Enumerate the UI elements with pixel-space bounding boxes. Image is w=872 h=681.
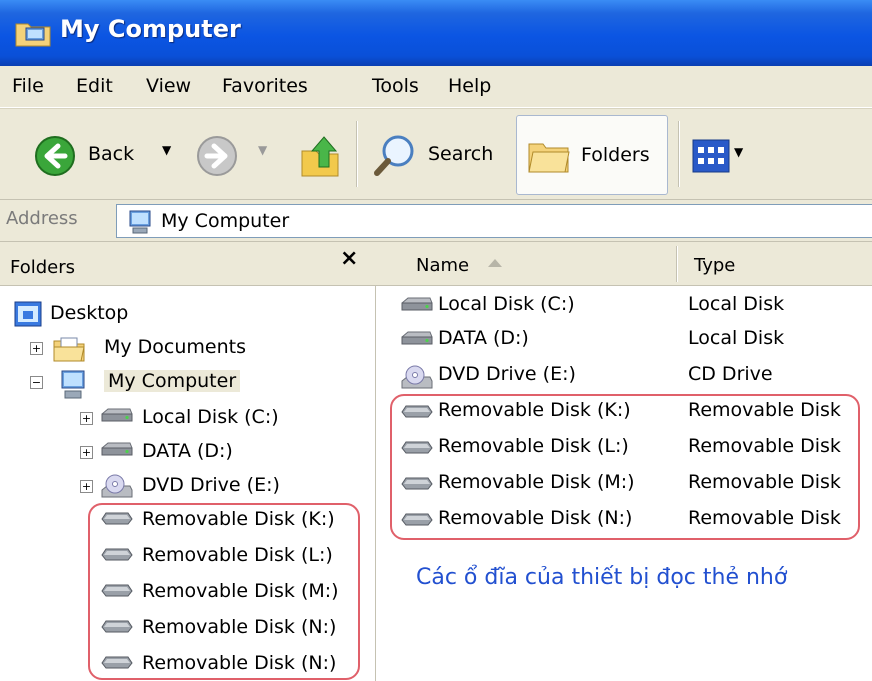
tree-item[interactable]: + DVD Drive (E:) xyxy=(0,470,370,504)
hard-disk-icon xyxy=(100,439,134,466)
hard-disk-icon xyxy=(400,294,434,321)
collapse-icon[interactable]: − xyxy=(30,376,43,389)
my-documents-icon xyxy=(52,335,86,368)
item-type: Local Disk xyxy=(688,293,785,315)
tree-item-label: My Computer xyxy=(104,370,241,392)
back-button[interactable]: Back ▼ xyxy=(34,133,184,179)
toolbar: Back ▼ ▼ Search Folders ▼ xyxy=(0,108,872,200)
close-icon[interactable]: × xyxy=(340,246,358,271)
item-type: CD Drive xyxy=(688,363,773,385)
folders-button[interactable]: Folders xyxy=(516,115,668,195)
views-icon xyxy=(692,139,730,173)
folders-pane-title: Folders xyxy=(10,257,76,278)
back-dropdown-icon[interactable]: ▼ xyxy=(162,143,171,157)
menu-favorites[interactable]: Favorites xyxy=(222,75,308,97)
list-item[interactable]: DATA (D:) Local Disk xyxy=(376,322,872,358)
toolbar-separator xyxy=(678,121,680,187)
list-item[interactable]: DVD Drive (E:) CD Drive xyxy=(376,358,872,394)
my-computer-icon xyxy=(129,210,151,234)
column-name[interactable]: Name xyxy=(416,255,469,276)
expand-icon[interactable]: + xyxy=(80,480,93,493)
folders-icon xyxy=(528,143,570,173)
back-arrow-icon xyxy=(35,136,75,176)
dvd-drive-icon xyxy=(100,473,134,506)
caption-text: Các ổ đĩa của thiết bị đọc thẻ nhớ xyxy=(416,565,788,590)
tree-highlight-outline xyxy=(88,503,360,680)
tree-item[interactable]: − My Computer xyxy=(0,366,370,400)
tree-item-label: My Documents xyxy=(104,336,247,358)
item-name: DVD Drive (E:) xyxy=(438,363,576,385)
hard-disk-icon xyxy=(100,405,134,432)
expand-icon[interactable]: + xyxy=(30,342,43,355)
folder-computer-icon xyxy=(15,23,51,47)
forward-arrow-icon xyxy=(197,136,237,176)
column-type[interactable]: Type xyxy=(694,255,735,276)
hard-disk-icon xyxy=(400,328,434,355)
item-name: DATA (D:) xyxy=(438,327,529,349)
views-button[interactable]: ▼ xyxy=(692,137,768,177)
address-label: Address xyxy=(6,208,78,229)
column-divider[interactable] xyxy=(676,246,678,282)
column-header: Name Type xyxy=(376,242,872,286)
expand-icon[interactable]: + xyxy=(80,446,93,459)
back-label: Back xyxy=(88,143,135,165)
menu-bar: File Edit View Favorites Tools Help xyxy=(0,66,872,108)
tree-item[interactable]: Desktop xyxy=(0,298,370,332)
menu-help[interactable]: Help xyxy=(448,75,491,97)
my-computer-icon xyxy=(58,369,88,406)
tree-item-label: DVD Drive (E:) xyxy=(142,474,280,496)
title-bar[interactable]: My Computer xyxy=(0,0,872,66)
address-value: My Computer xyxy=(161,210,290,232)
window-title: My Computer xyxy=(60,15,241,43)
folders-pane-header: Folders × xyxy=(0,242,376,286)
address-bar: Address My Computer xyxy=(0,200,872,242)
address-input[interactable]: My Computer xyxy=(116,204,872,238)
item-name: Local Disk (C:) xyxy=(438,293,575,315)
menu-file[interactable]: File xyxy=(12,75,44,97)
tree-item-label: Desktop xyxy=(50,302,129,324)
tree-item[interactable]: + DATA (D:) xyxy=(0,436,370,470)
list-highlight-outline xyxy=(390,394,860,540)
tree-item[interactable]: + My Documents xyxy=(0,332,370,366)
forward-dropdown-icon[interactable]: ▼ xyxy=(258,143,267,157)
tree-item[interactable]: + Local Disk (C:) xyxy=(0,402,370,436)
views-dropdown-icon[interactable]: ▼ xyxy=(734,145,743,159)
dvd-drive-icon xyxy=(400,364,434,397)
list-item[interactable]: Local Disk (C:) Local Disk xyxy=(376,288,872,324)
toolbar-separator xyxy=(356,121,358,187)
item-type: Local Disk xyxy=(688,327,785,349)
tree-item-label: Local Disk (C:) xyxy=(142,406,279,428)
sort-ascending-icon xyxy=(488,259,502,267)
expand-icon[interactable]: + xyxy=(80,412,93,425)
tree-item-label: DATA (D:) xyxy=(142,440,233,462)
search-label: Search xyxy=(428,143,494,165)
folders-label: Folders xyxy=(581,144,650,166)
search-icon xyxy=(374,135,414,176)
forward-button[interactable]: ▼ xyxy=(194,133,284,179)
search-button[interactable]: Search xyxy=(372,131,504,181)
desktop-icon xyxy=(14,301,42,332)
up-folder-icon[interactable] xyxy=(298,133,342,179)
menu-edit[interactable]: Edit xyxy=(76,75,113,97)
menu-tools[interactable]: Tools xyxy=(372,75,419,97)
menu-view[interactable]: View xyxy=(146,75,191,97)
